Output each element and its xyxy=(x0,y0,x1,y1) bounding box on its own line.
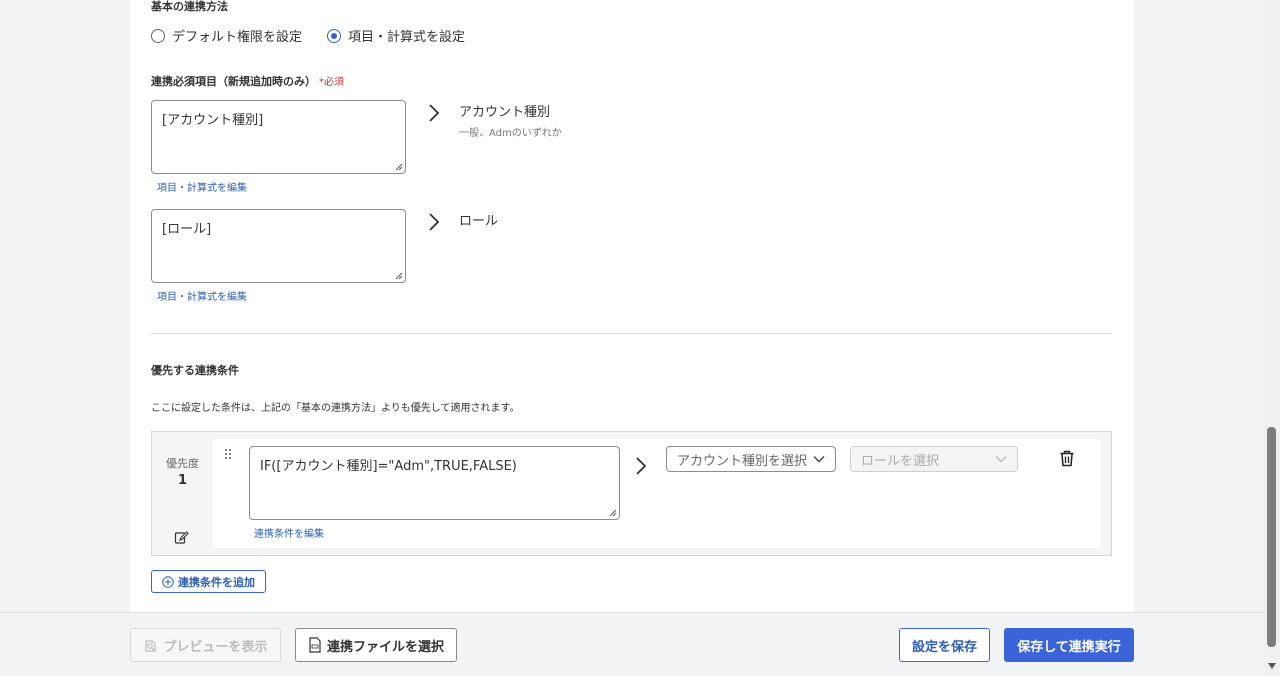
radio-default-permission[interactable]: デフォルト権限を設定 xyxy=(151,26,302,45)
edit-condition-link[interactable]: 連携条件を編集 xyxy=(254,525,324,540)
scrollbar-thumb[interactable] xyxy=(1267,427,1276,647)
priority-heading: 優先する連携条件 xyxy=(151,364,239,377)
required-fields-title: 連携必須項目（新規追加時のみ） xyxy=(151,75,316,88)
chevron-right-icon xyxy=(429,104,440,122)
csv-file-icon xyxy=(309,637,321,653)
chevron-right-icon xyxy=(429,213,440,231)
radio-circle xyxy=(151,28,165,43)
edit-formula-link[interactable]: 項目・計算式を編集 xyxy=(157,179,247,194)
resize-grip-icon[interactable] xyxy=(608,508,617,517)
select-file-button[interactable]: 連携ファイルを選択 xyxy=(295,628,457,662)
radio-label: デフォルト権限を設定 xyxy=(172,30,303,45)
drag-handle-icon[interactable] xyxy=(224,448,232,460)
save-settings-button[interactable]: 設定を保存 xyxy=(899,628,990,662)
save-and-run-button[interactable]: 保存して連携実行 xyxy=(1004,628,1134,662)
vertical-scrollbar[interactable] xyxy=(1264,0,1280,676)
main-page: 基本の連携方法 デフォルト権限を設定 項目・計算式を設定 連携必須項目（新規追加… xyxy=(0,0,1264,676)
edit-icon[interactable] xyxy=(174,530,189,545)
preview-label: プレビューを表示 xyxy=(163,639,268,655)
trash-icon[interactable] xyxy=(1059,450,1075,467)
priority-description: ここに設定した条件は、上記の「基本の連携方法」よりも優先して適用されます。 xyxy=(151,403,520,414)
plus-circle-icon xyxy=(162,575,174,588)
chevron-down-icon xyxy=(995,456,1007,463)
add-condition-button[interactable]: 連携条件を追加 xyxy=(151,570,266,593)
radio-circle-selected xyxy=(327,28,341,43)
preview-icon xyxy=(145,639,157,652)
formula-textarea-account-type[interactable]: [アカウント種別] xyxy=(151,100,406,174)
select-placeholder: ロールを選択 xyxy=(861,453,940,469)
target-field-subtitle: 一般、Admのいずれか xyxy=(459,128,562,139)
formula-textarea-role[interactable]: [ロール] xyxy=(151,209,406,283)
formula-text: [アカウント種別] xyxy=(162,113,264,128)
basic-method-heading: 基本の連携方法 xyxy=(151,0,228,13)
formula-text: [ロール] xyxy=(162,222,212,237)
condition-formula-textarea[interactable]: IF([アカウント種別]="Adm",TRUE,FALSE) xyxy=(249,446,620,520)
target-field-title: アカウント種別 xyxy=(459,105,551,120)
chevron-right-icon xyxy=(636,457,647,475)
scroll-down-icon[interactable] xyxy=(1267,662,1277,670)
preview-button[interactable]: プレビューを表示 xyxy=(130,628,281,662)
priority-label: 優先度 xyxy=(166,457,199,470)
resize-grip-icon[interactable] xyxy=(394,162,403,171)
edit-formula-link[interactable]: 項目・計算式を編集 xyxy=(157,288,247,303)
priority-value: 1 xyxy=(178,473,188,488)
condition-formula-text: IF([アカウント種別]="Adm",TRUE,FALSE) xyxy=(260,459,517,474)
select-placeholder: アカウント種別を選択 xyxy=(677,453,808,469)
radio-label: 項目・計算式を設定 xyxy=(348,30,466,45)
required-fields-heading: 連携必須項目（新規追加時のみ） *必須 xyxy=(151,73,344,89)
select-file-label: 連携ファイルを選択 xyxy=(326,639,444,655)
add-condition-label: 連携条件を追加 xyxy=(178,575,255,589)
radio-field-formula[interactable]: 項目・計算式を設定 xyxy=(327,26,465,45)
required-badge: 必須 xyxy=(324,77,344,88)
account-type-select[interactable]: アカウント種別を選択 xyxy=(666,446,836,472)
section-divider xyxy=(151,333,1112,334)
resize-grip-icon[interactable] xyxy=(394,271,403,280)
chevron-down-icon xyxy=(813,456,825,463)
target-field-title: ロール xyxy=(459,214,499,229)
role-select[interactable]: ロールを選択 xyxy=(850,446,1018,472)
